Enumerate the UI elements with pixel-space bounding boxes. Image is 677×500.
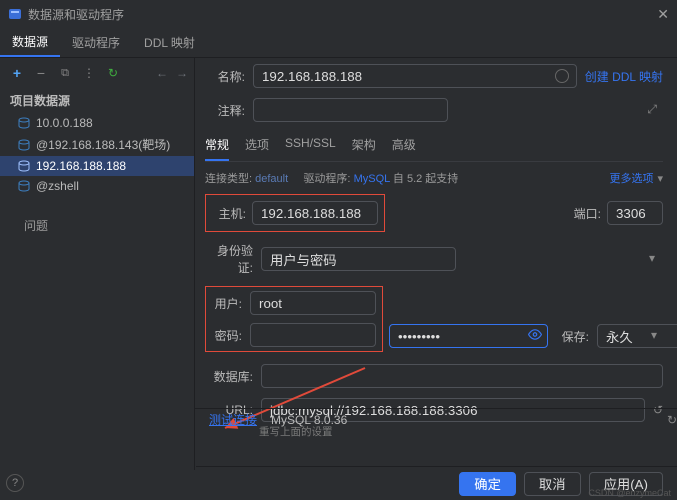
name-input[interactable] xyxy=(253,64,577,88)
tab-drivers[interactable]: 驱动程序 xyxy=(60,28,132,57)
ok-button[interactable]: 确定 xyxy=(459,472,516,496)
chevron-down-icon: ▾ xyxy=(657,173,663,185)
driver-label: 驱动程序: xyxy=(303,173,350,185)
watermark: CSDN @enzymeCat xyxy=(588,488,671,498)
driver-link[interactable]: MySQL xyxy=(354,173,390,185)
port-input[interactable] xyxy=(607,201,663,225)
eye-icon[interactable] xyxy=(528,328,542,345)
tab-ddl[interactable]: DDL 映射 xyxy=(132,28,207,57)
user-input[interactable] xyxy=(250,291,376,315)
subtabs: 常规 选项 SSH/SSL 架构 高级 xyxy=(205,132,663,162)
create-ddl-link[interactable]: 创建 DDL 映射 xyxy=(585,68,663,85)
host-label: 主机: xyxy=(212,205,246,222)
more-icon[interactable]: ⋮ xyxy=(82,66,96,80)
more-options-link[interactable]: 更多选项▾ xyxy=(609,170,663,186)
conn-type-value[interactable]: default xyxy=(255,173,288,185)
tab-datasource[interactable]: 数据源 xyxy=(0,28,60,57)
help-icon[interactable]: ? xyxy=(6,474,24,492)
port-label: 端口: xyxy=(574,205,601,222)
ds-item-label: @zshell xyxy=(36,179,79,193)
window-title: 数据源和驱动程序 xyxy=(28,6,124,23)
subtab-schema[interactable]: 架构 xyxy=(352,132,376,161)
database-label: 数据库: xyxy=(205,368,253,385)
subtab-ssh[interactable]: SSH/SSL xyxy=(285,132,336,161)
cancel-button[interactable]: 取消 xyxy=(524,472,581,496)
ds-item-label: 192.168.188.188 xyxy=(36,159,126,173)
remove-icon[interactable]: − xyxy=(34,66,48,80)
ds-item[interactable]: 10.0.0.188 xyxy=(0,113,194,133)
ds-item[interactable]: @192.168.188.143(靶场) xyxy=(0,133,194,156)
refresh-driver-icon[interactable]: ↻ xyxy=(667,413,677,427)
user-label: 用户: xyxy=(208,295,242,312)
database-icon xyxy=(18,180,30,192)
copy-icon[interactable]: ⧉ xyxy=(58,66,72,80)
chevron-down-icon: ▾ xyxy=(649,251,655,265)
nav-fwd-icon[interactable]: → xyxy=(176,66,188,80)
details-pane: 名称: 创建 DDL 映射 注释: ⤢ 常规 选项 SSH/SSL 架构 高级 … xyxy=(195,58,677,470)
subtab-general[interactable]: 常规 xyxy=(205,132,229,161)
ds-item[interactable]: @zshell xyxy=(0,176,194,196)
name-label: 名称: xyxy=(205,68,245,85)
comment-input[interactable] xyxy=(253,98,448,122)
section-project-ds: 项目数据源 xyxy=(0,86,194,113)
chevron-down-icon: ▾ xyxy=(651,328,657,342)
expand-icon[interactable]: ⤢ xyxy=(647,102,657,117)
database-input[interactable] xyxy=(261,364,663,388)
auth-label: 身份验证: xyxy=(205,242,253,276)
driver-version: 自 5.2 起支持 xyxy=(393,173,458,185)
database-icon xyxy=(18,117,30,129)
app-icon xyxy=(8,7,22,21)
password-input-short xyxy=(250,323,376,347)
save-label: 保存: xyxy=(562,328,589,345)
auth-select[interactable] xyxy=(261,247,456,271)
ds-item-selected[interactable]: 192.168.188.188 xyxy=(0,156,194,176)
title-bar: 数据源和驱动程序 ✕ xyxy=(0,0,677,28)
subtab-advanced[interactable]: 高级 xyxy=(392,132,416,161)
add-icon[interactable]: + xyxy=(10,66,24,80)
color-circle-icon[interactable] xyxy=(555,69,569,83)
refresh-icon[interactable]: ↻ xyxy=(106,66,120,80)
conn-type-label: 连接类型: xyxy=(205,173,252,185)
host-input[interactable] xyxy=(252,201,378,225)
database-icon xyxy=(18,160,30,172)
sidebar-problems[interactable]: 问题 xyxy=(0,214,194,237)
nav-back-icon[interactable]: ← xyxy=(156,66,168,80)
subtab-options[interactable]: 选项 xyxy=(245,132,269,161)
top-tabs: 数据源 驱动程序 DDL 映射 xyxy=(0,28,677,58)
driver-info: MySQL 8.0.36 xyxy=(271,413,347,427)
ds-item-label: 10.0.0.188 xyxy=(36,116,93,130)
meta-line: 连接类型: default 驱动程序: MySQL 自 5.2 起支持 更多选项… xyxy=(205,170,663,186)
database-icon xyxy=(18,139,30,151)
test-row: 测试连接 MySQL 8.0.36 ↻ xyxy=(195,408,677,436)
close-icon[interactable]: ✕ xyxy=(657,6,669,23)
save-select[interactable] xyxy=(597,324,677,348)
comment-label: 注释: xyxy=(205,102,245,119)
test-connection-link[interactable]: 测试连接 xyxy=(209,411,257,428)
sidebar-toolbar: + − ⧉ ⋮ ↻ ← → xyxy=(0,62,194,86)
ds-item-label: @192.168.188.143(靶场) xyxy=(36,136,170,153)
sidebar: + − ⧉ ⋮ ↻ ← → 项目数据源 10.0.0.188 @192.168.… xyxy=(0,58,195,470)
password-input[interactable] xyxy=(389,324,548,348)
password-label: 密码: xyxy=(208,327,242,344)
